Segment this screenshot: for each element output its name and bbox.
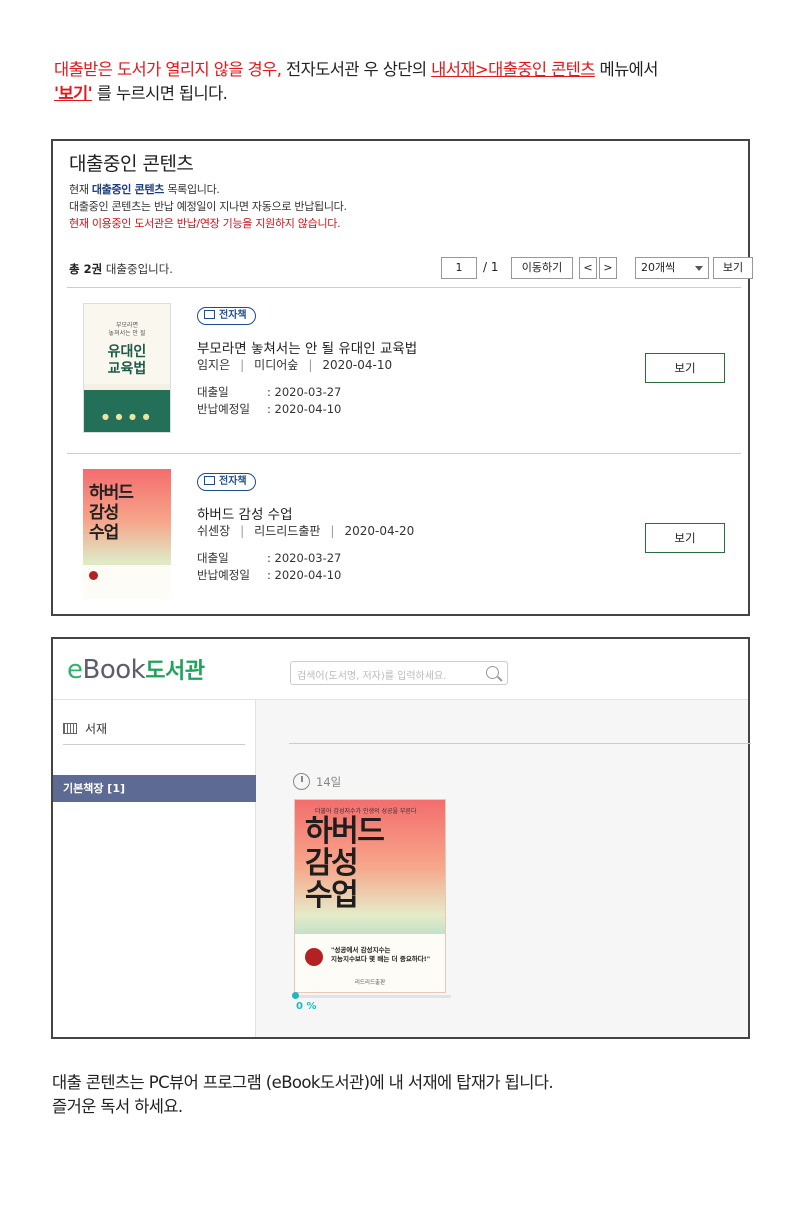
intro-warning: 대출받은 도서가 열리지 않을 경우, [54,60,282,79]
progress-indicator [292,992,299,999]
book-title[interactable]: 하버드 감성 수업 [197,503,293,523]
intro-text: 대출받은 도서가 열리지 않을 경우, 전자도서관 우 상단의 내서재>대출중인… [54,58,774,106]
divider [289,743,751,744]
notice-3: 현재 이용중인 도서관은 반납/연장 기능을 지원하지 않습니다. [69,217,341,230]
view-book-button[interactable]: 보기 [645,353,725,383]
reading-progress-bar [294,995,451,998]
loaned-contents-panel: 대출중인 콘텐츠 현재 대출중인 콘텐츠 목록입니다. 대출중인 콘텐츠는 반납… [51,139,753,617]
sidebar: 서재 기본책장 [1] [53,700,256,1037]
prev-page-button[interactable]: < [579,257,597,279]
days-remaining: 14일 [293,773,341,790]
divider [67,287,741,288]
search-input[interactable]: 검색어(도서명, 저자)를 입력하세요. [290,661,508,685]
book-publisher: 미디어숲 [254,358,299,372]
search-placeholder: 검색어(도서명, 저자)를 입력하세요. [297,671,447,682]
reading-progress-text: 0 % [296,1001,317,1012]
book-author: 쉬센장 [197,524,231,538]
loan-date: : 2020-03-27 [267,385,342,399]
book-title[interactable]: 부모라면 놓쳐서는 안 될 유대인 교육법 [197,337,417,357]
intro-view-word: '보기' [54,84,93,103]
search-icon[interactable] [486,666,499,679]
seal-icon [305,948,323,966]
page-title: 대출중인 콘텐츠 [69,153,194,175]
cover-title: 하버드 감성 수업 [305,814,385,913]
divider [67,453,741,454]
outro-text: 대출 콘텐츠는 PC뷰어 프로그램 (eBook도서관)에 내 서재에 탑재가 … [52,1071,772,1119]
intro-text-6: 를 누르시면 됩니다. [92,84,228,103]
viewer-header: eBook도서관 검색어(도서명, 저자)를 입력하세요. [53,639,748,700]
book-dates: 대출일 : 2020-03-27 반납예정일 : 2020-04-10 [197,550,341,584]
loan-date: : 2020-03-27 [267,551,342,565]
loan-date-label: 대출일 [197,385,229,399]
sidebar-item-default-shelf[interactable]: 기본책장 [1] [53,775,256,802]
page-total: / 1 [483,260,499,274]
view-book-button[interactable]: 보기 [645,523,725,553]
cover-publisher: 리드리드출판 [354,980,386,986]
ebook-viewer-panel: eBook도서관 검색어(도서명, 저자)를 입력하세요. 서재 기본책장 [1… [51,637,751,1039]
intro-menu-path: 내서재>대출중인 콘텐츠 [431,60,595,79]
book-dates: 대출일 : 2020-03-27 반납예정일 : 2020-04-10 [197,384,341,418]
ebook-badge-label: 전자책 [219,310,247,321]
ebook-library-logo: eBook도서관 [67,653,205,685]
cover-subtitle: 부모라면 놓쳐서는 안 될 [108,322,146,337]
due-date-label: 반납예정일 [197,568,250,582]
list-toolbar: 총 2권 대출중입니다. 1 / 1 이동하기 < > 20개씩 보기 [69,257,753,281]
per-page-select[interactable]: 20개씩 [635,257,709,279]
notice-2: 대출중인 콘텐츠는 반납 예정일이 지나면 자동으로 반납됩니다. [69,200,347,213]
book-pub-date: 2020-04-10 [322,358,393,372]
move-page-button[interactable]: 이동하기 [511,257,573,279]
notice-1a: 현재 [69,183,92,196]
sidebar-library-label: 서재 [85,722,108,736]
list-item: 하버드 감성 수업 전자책 하버드 감성 수업 쉬센장 | 리드리드출판 | 2020-… [69,457,741,617]
notice-1c: 목록입니다. [164,183,220,196]
cover-band [83,565,171,599]
due-date: : 2020-04-10 [267,568,342,582]
bookshelf-icon [63,723,77,734]
outro-line-1: 대출 콘텐츠는 PC뷰어 프로그램 (eBook도서관)에 내 서재에 탑재가 … [52,1073,554,1092]
outro-line-2: 즐거운 독서 하세요. [52,1097,183,1116]
book-cover[interactable]: 하버드 감성 수업 [83,469,171,599]
loan-count-bold: 총 2권 [69,262,103,276]
dropdown-arrow-icon [695,266,703,271]
next-page-button[interactable]: > [599,257,617,279]
intro-text-4: 메뉴에서 [594,60,658,79]
loan-date-label: 대출일 [197,551,229,565]
ebook-badge-label: 전자책 [219,476,247,487]
intro-text-2: 전자도서관 우 상단의 [281,60,432,79]
notice-1b: 대출중인 콘텐츠 [91,183,165,196]
book-publisher: 리드리드출판 [254,524,321,538]
loan-count: 총 2권 대출중입니다. [69,261,173,277]
ebook-icon [204,310,215,319]
apply-per-page-button[interactable]: 보기 [713,257,753,279]
cover-quote: "성공에서 감성지수는 지능지수보다 몇 배는 더 중요하다!" [331,946,431,963]
shelf-book-cover[interactable]: 더불어 감성지수가 인생의 성공을 부른다 하버드 감성 수업 "성공에서 감성… [294,799,446,993]
cover-title: 유대인 교육법 [107,344,147,377]
page-input[interactable]: 1 [441,257,477,279]
book-author: 임지은 [197,358,231,372]
clock-icon [293,773,310,790]
cover-title: 하버드 감성 수업 [89,483,134,543]
logo-book: Book [82,655,146,685]
logo-e: e [67,655,83,685]
book-meta: 임지은 | 미디어숲 | 2020-04-10 [197,358,393,372]
logo-library: 도서관 [145,659,205,684]
ebook-badge: 전자책 [197,473,256,491]
due-date: : 2020-04-10 [267,402,342,416]
days-remaining-label: 14일 [316,775,342,789]
sidebar-library[interactable]: 서재 [63,720,107,737]
notice-text: 현재 대출중인 콘텐츠 목록입니다. 대출중인 콘텐츠는 반납 예정일이 지나면… [69,181,347,232]
book-cover[interactable]: 부모라면 놓쳐서는 안 될 유대인 교육법 ● ● ● ● [83,303,171,433]
cover-decoration: ● ● ● ● [102,412,152,421]
ebook-badge: 전자책 [197,307,256,325]
due-date-label: 반납예정일 [197,402,250,416]
ebook-icon [204,476,215,485]
book-meta: 쉬센장 | 리드리드출판 | 2020-04-20 [197,524,415,538]
seal-icon [89,571,98,580]
book-pub-date: 2020-04-20 [344,524,415,538]
divider [63,744,245,745]
list-item: 부모라면 놓쳐서는 안 될 유대인 교육법 ● ● ● ● 전자책 부모라면 놓… [69,291,741,451]
per-page-value: 20개씩 [641,261,676,274]
loan-count-rest: 대출중입니다. [102,262,173,276]
